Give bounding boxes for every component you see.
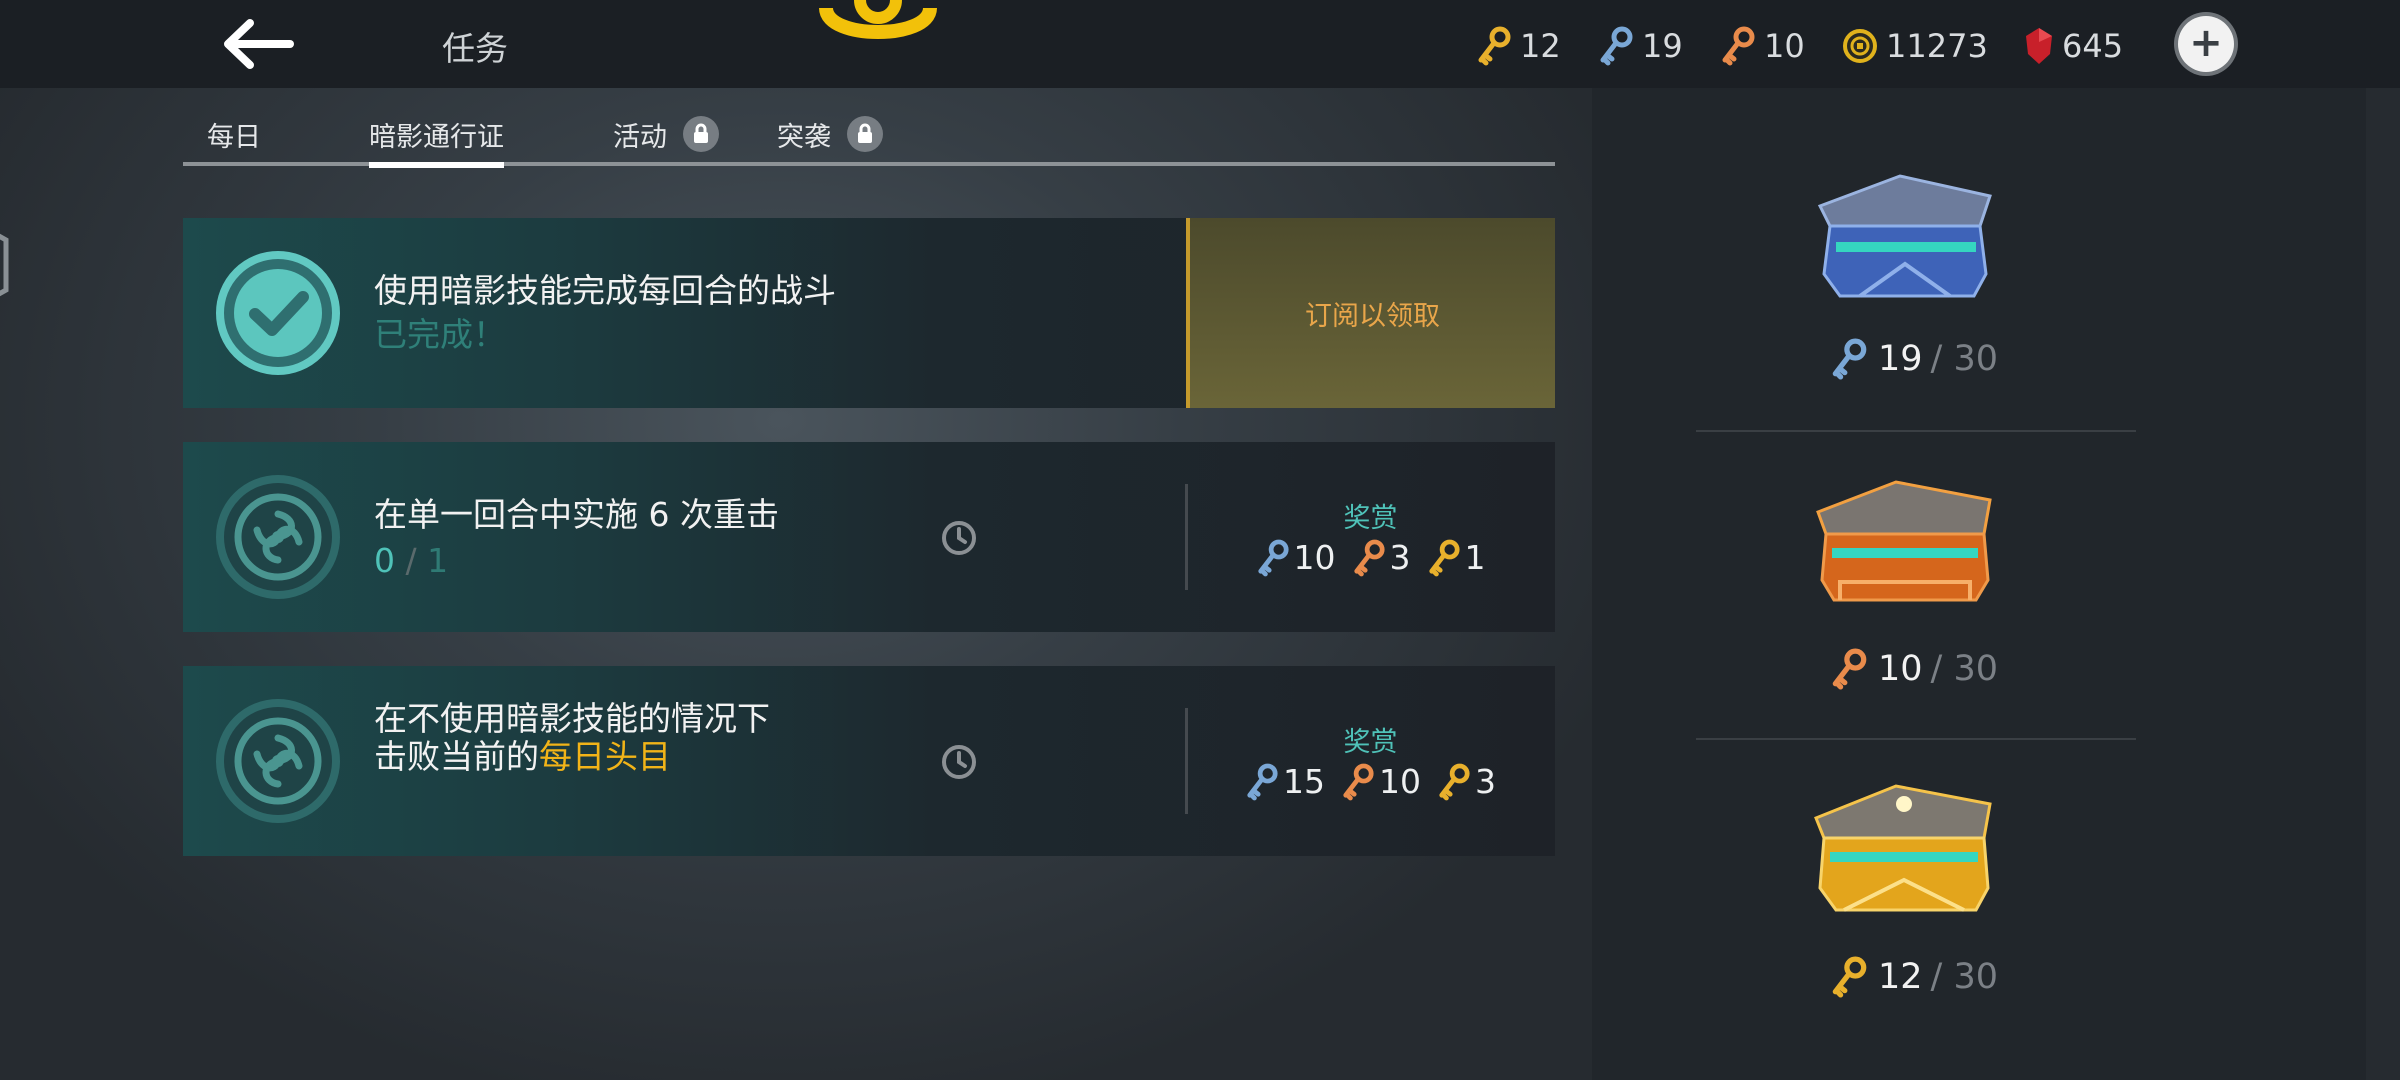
progress-separator: / [405, 541, 417, 580]
orange-key-icon [1722, 26, 1755, 66]
chest-key-total: / 30 [1930, 339, 1999, 379]
lock-icon [683, 116, 719, 152]
chest-key-total: / 30 [1930, 649, 1999, 689]
reward-value: 3 [1389, 538, 1411, 577]
tab-events-label: 活动 [613, 121, 667, 153]
quest-title-line2: 击败当前的每日头目 [374, 738, 671, 776]
ruby-counter: 645 [2024, 24, 2123, 68]
lock-icon [847, 116, 883, 152]
reward-label: 奖赏 [1343, 727, 1398, 758]
tab-daily-label: 每日 [207, 121, 261, 153]
plus-icon: + [2189, 19, 2223, 66]
reward-item: 3 [1437, 762, 1496, 801]
blue-key-count: 19 [1642, 27, 1683, 65]
blue-key-icon [1257, 539, 1289, 576]
quest-progress: 0 / 1 [374, 542, 448, 580]
subscribe-to-claim-button[interactable]: 订阅以领取 [1186, 218, 1555, 408]
back-button[interactable] [218, 14, 298, 74]
quest-status: 已完成！ [374, 315, 506, 354]
quest-title-prefix: 击败当前的 [374, 737, 539, 776]
gold-key-icon [1832, 956, 1867, 998]
chest-key-current: 12 [1878, 957, 1923, 997]
tab-daily[interactable]: 每日 [207, 114, 261, 154]
reward-value: 15 [1283, 762, 1325, 801]
quest-card: 使用暗影技能完成每回合的战斗 已完成！ 订阅以领取 [183, 218, 1555, 408]
reward-item: 3 [1352, 538, 1411, 577]
reward-item: 15 [1245, 762, 1325, 801]
reward-item: 10 [1341, 762, 1421, 801]
shadow-swirl-icon [216, 699, 340, 823]
quest-title: 使用暗影技能完成每回合的战斗 [374, 271, 836, 310]
orange-key-counter: 10 [1720, 24, 1805, 68]
ruby-icon [2026, 28, 2052, 64]
add-currency-button[interactable]: + [2178, 16, 2234, 72]
tab-raid-label: 突袭 [777, 121, 831, 153]
reward-item: 10 [1256, 538, 1336, 577]
blue-key-counter: 19 [1598, 24, 1683, 68]
blue-chest-icon[interactable] [1800, 166, 2000, 316]
tab-shadow-pass-label: 暗影通行证 [369, 121, 504, 153]
reward-value: 10 [1293, 538, 1336, 577]
orange-key-count: 10 [1764, 27, 1805, 65]
blue-key-icon [1600, 26, 1633, 66]
gold-key-icon [1439, 763, 1470, 800]
progress-current: 0 [374, 541, 395, 580]
clock-icon [942, 745, 976, 779]
chest-separator [1696, 430, 2136, 432]
side-drawer-handle[interactable] [0, 210, 16, 320]
gold-key-count: 12 [1520, 27, 1561, 65]
orange-key-icon [1832, 648, 1867, 690]
daily-boss-highlight: 每日头目 [539, 737, 671, 776]
gold-key-icon [1428, 539, 1460, 576]
coin-icon [1843, 29, 1877, 63]
blue-key-icon [1832, 338, 1867, 380]
quest-card: 在不使用暗影技能的情况下 击败当前的每日头目 奖赏 15 10 3 [183, 666, 1555, 856]
top-bar: 任务 12 19 10 11273 645 + [0, 0, 2400, 88]
orange-chest-progress: 10 / 30 [1830, 648, 2030, 690]
reward-label: 奖赏 [1343, 503, 1398, 534]
tab-bar: 每日 暗影通行证 活动 突袭 [183, 100, 1555, 168]
gold-key-counter: 12 [1476, 24, 1561, 68]
quest-card: 在单一回合中实施 6 次重击 0 / 1 奖赏 10 3 1 [183, 442, 1555, 632]
reward-value: 10 [1379, 762, 1421, 801]
gold-chest-progress: 12 / 30 [1830, 956, 2030, 998]
chest-separator [1696, 738, 2136, 740]
arrow-left-icon [224, 19, 294, 69]
blue-chest-progress: 19 / 30 [1830, 338, 2030, 380]
progress-total: 1 [427, 541, 449, 580]
orange-chest-icon[interactable] [1800, 470, 2000, 620]
reward-list: 10 3 1 [1186, 538, 1555, 577]
reward-item: 1 [1427, 538, 1486, 577]
orange-key-icon [1343, 763, 1374, 800]
coin-count: 11273 [1886, 27, 1988, 65]
reward-value: 1 [1464, 538, 1486, 577]
shadow-emblem-icon [819, 0, 937, 39]
clock-icon [942, 521, 976, 555]
checkmark-icon [216, 251, 340, 375]
reward-value: 3 [1475, 762, 1496, 801]
blue-key-icon [1247, 763, 1278, 800]
chest-panel: 19 / 30 10 / 30 12 / 30 [1592, 88, 2366, 1080]
quest-title: 在单一回合中实施 6 次重击 [374, 495, 779, 534]
orange-key-icon [1353, 539, 1385, 576]
coin-counter: 11273 [1842, 24, 1988, 68]
gold-chest-icon[interactable] [1800, 776, 2000, 926]
reward-list: 15 10 3 [1186, 762, 1555, 801]
chest-key-current: 10 [1878, 649, 1923, 689]
chest-key-current: 19 [1878, 339, 1923, 379]
claim-label: 订阅以领取 [1305, 300, 1440, 332]
chest-key-total: / 30 [1930, 957, 1999, 997]
tab-events[interactable]: 活动 [613, 114, 719, 154]
tab-shadow-pass[interactable]: 暗影通行证 [369, 114, 504, 168]
quest-title-line1: 在不使用暗影技能的情况下 [374, 699, 770, 738]
page-title: 任务 [442, 29, 508, 68]
tab-raid[interactable]: 突袭 [777, 114, 883, 154]
ruby-count: 645 [2062, 27, 2124, 65]
quests-screen: 任务 12 19 10 11273 645 + 每日 暗影通行证 活动 突袭 使… [0, 0, 2400, 1080]
shadow-swirl-icon [216, 475, 340, 599]
gold-key-icon [1478, 26, 1511, 66]
